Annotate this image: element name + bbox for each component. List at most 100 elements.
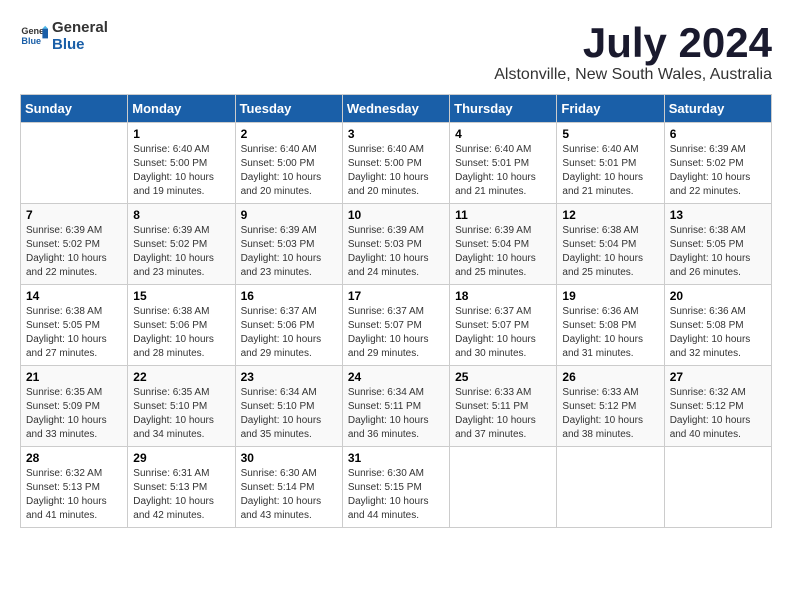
day-number: 5 — [562, 127, 658, 141]
day-number: 11 — [455, 208, 551, 222]
calendar-cell: 13 Sunrise: 6:38 AMSunset: 5:05 PMDayligh… — [664, 204, 771, 285]
calendar-cell: 24 Sunrise: 6:34 AMSunset: 5:11 PMDayligh… — [342, 366, 449, 447]
calendar-cell: 1Sunrise: 6:40 AMSunset: 5:00 PMDaylight… — [128, 123, 235, 204]
day-info: Sunrise: 6:36 AMSunset: 5:08 PMDaylight:… — [562, 305, 658, 361]
day-info: Sunrise: 6:30 AMSunset: 5:15 PMDaylight:… — [348, 467, 444, 523]
day-number: 13 — [670, 208, 766, 222]
day-number: 26 — [562, 370, 658, 384]
calendar-cell: 23 Sunrise: 6:34 AMSunset: 5:10 PMDayligh… — [235, 366, 342, 447]
day-info: Sunrise: 6:30 AMSunset: 5:14 PMDaylight:… — [241, 467, 337, 523]
day-info: Sunrise: 6:40 AMSunset: 5:01 PMDaylight:… — [455, 143, 551, 199]
day-number: 28 — [26, 451, 122, 465]
calendar-cell: 9Sunrise: 6:39 AMSunset: 5:03 PMDaylight… — [235, 204, 342, 285]
day-info: Sunrise: 6:40 AMSunset: 5:00 PMDaylight:… — [241, 143, 337, 199]
day-number: 6 — [670, 127, 766, 141]
calendar-cell: 5 Sunrise: 6:40 AMSunset: 5:01 PMDaylight… — [557, 123, 664, 204]
logo: General Blue General Blue — [20, 20, 108, 53]
calendar-cell: 26 Sunrise: 6:33 AMSunset: 5:12 PMDayligh… — [557, 366, 664, 447]
day-info: Sunrise: 6:34 AMSunset: 5:10 PMDaylight:… — [241, 386, 337, 442]
day-number: 9 — [241, 208, 337, 222]
day-info: Sunrise: 6:39 AMSunset: 5:02 PMDaylight:… — [26, 224, 122, 280]
day-number: 21 — [26, 370, 122, 384]
calendar-week-row: 21 Sunrise: 6:35 AMSunset: 5:09 PMDayligh… — [21, 366, 772, 447]
day-number: 30 — [241, 451, 337, 465]
calendar-cell: 29 Sunrise: 6:31 AMSunset: 5:13 PMDayligh… — [128, 447, 235, 528]
day-info: Sunrise: 6:37 AMSunset: 5:07 PMDaylight:… — [455, 305, 551, 361]
page-subtitle: Alstonville, New South Wales, Australia — [494, 66, 772, 84]
calendar-cell: 6 Sunrise: 6:39 AMSunset: 5:02 PMDaylight… — [664, 123, 771, 204]
calendar-week-row: 28Sunrise: 6:32 AMSunset: 5:13 PMDayligh… — [21, 447, 772, 528]
page-title: July 2024 — [494, 20, 772, 66]
day-number: 29 — [133, 451, 229, 465]
day-number: 23 — [241, 370, 337, 384]
calendar-cell: 17Sunrise: 6:37 AMSunset: 5:07 PMDayligh… — [342, 285, 449, 366]
weekday-header: Thursday — [450, 95, 557, 123]
calendar-week-row: 14Sunrise: 6:38 AMSunset: 5:05 PMDayligh… — [21, 285, 772, 366]
day-info: Sunrise: 6:40 AMSunset: 5:01 PMDaylight:… — [562, 143, 658, 199]
day-info: Sunrise: 6:38 AMSunset: 5:05 PMDaylight:… — [670, 224, 766, 280]
day-number: 8 — [133, 208, 229, 222]
calendar-cell: 30 Sunrise: 6:30 AMSunset: 5:14 PMDayligh… — [235, 447, 342, 528]
calendar-cell: 10Sunrise: 6:39 AMSunset: 5:03 PMDayligh… — [342, 204, 449, 285]
calendar-cell: 8Sunrise: 6:39 AMSunset: 5:02 PMDaylight… — [128, 204, 235, 285]
day-info: Sunrise: 6:39 AMSunset: 5:04 PMDaylight:… — [455, 224, 551, 280]
calendar-week-row: 1 Sunrise: 6:40 AMSunset: 5:00 PMDaylight… — [21, 123, 772, 204]
weekday-header: Saturday — [664, 95, 771, 123]
day-info: Sunrise: 6:37 AMSunset: 5:07 PMDaylight:… — [348, 305, 444, 361]
calendar-cell: 22Sunrise: 6:35 AMSunset: 5:10 PMDayligh… — [128, 366, 235, 447]
day-info: Sunrise: 6:33 AMSunset: 5:12 PMDaylight:… — [562, 386, 658, 442]
title-area: July 2024 Alstonville, New South Wales, … — [494, 20, 772, 84]
day-number: 3 — [348, 127, 444, 141]
calendar-cell: 14Sunrise: 6:38 AMSunset: 5:05 PMDayligh… — [21, 285, 128, 366]
weekday-row: SundayMondayTuesdayWednesdayThursdayFrid… — [21, 95, 772, 123]
day-number: 12 — [562, 208, 658, 222]
day-info: Sunrise: 6:33 AMSunset: 5:11 PMDaylight:… — [455, 386, 551, 442]
calendar: SundayMondayTuesdayWednesdayThursdayFrid… — [20, 94, 772, 528]
day-info: Sunrise: 6:39 AMSunset: 5:02 PMDaylight:… — [670, 143, 766, 199]
header: General Blue General Blue July 2024 Alst… — [20, 20, 772, 84]
calendar-cell: 31Sunrise: 6:30 AMSunset: 5:15 PMDayligh… — [342, 447, 449, 528]
day-info: Sunrise: 6:37 AMSunset: 5:06 PMDaylight:… — [241, 305, 337, 361]
calendar-cell: 20Sunrise: 6:36 AMSunset: 5:08 PMDayligh… — [664, 285, 771, 366]
day-info: Sunrise: 6:40 AMSunset: 5:00 PMDaylight:… — [348, 143, 444, 199]
day-number: 15 — [133, 289, 229, 303]
day-number: 7 — [26, 208, 122, 222]
day-info: Sunrise: 6:38 AMSunset: 5:05 PMDaylight:… — [26, 305, 122, 361]
day-info: Sunrise: 6:34 AMSunset: 5:11 PMDaylight:… — [348, 386, 444, 442]
logo-blue: Blue — [52, 37, 108, 54]
day-number: 18 — [455, 289, 551, 303]
calendar-cell: 11 Sunrise: 6:39 AMSunset: 5:04 PMDayligh… — [450, 204, 557, 285]
calendar-cell: 19Sunrise: 6:36 AMSunset: 5:08 PMDayligh… — [557, 285, 664, 366]
day-info: Sunrise: 6:32 AMSunset: 5:12 PMDaylight:… — [670, 386, 766, 442]
logo-general: General — [52, 20, 108, 37]
day-number: 4 — [455, 127, 551, 141]
calendar-cell: 2Sunrise: 6:40 AMSunset: 5:00 PMDaylight… — [235, 123, 342, 204]
svg-text:Blue: Blue — [21, 36, 41, 46]
calendar-cell: 4 Sunrise: 6:40 AMSunset: 5:01 PMDaylight… — [450, 123, 557, 204]
calendar-header: SundayMondayTuesdayWednesdayThursdayFrid… — [21, 95, 772, 123]
calendar-cell: 27Sunrise: 6:32 AMSunset: 5:12 PMDayligh… — [664, 366, 771, 447]
calendar-cell: 18 Sunrise: 6:37 AMSunset: 5:07 PMDayligh… — [450, 285, 557, 366]
day-number: 22 — [133, 370, 229, 384]
calendar-cell — [557, 447, 664, 528]
day-number: 1 — [133, 127, 229, 141]
calendar-cell: 21 Sunrise: 6:35 AMSunset: 5:09 PMDayligh… — [21, 366, 128, 447]
weekday-header: Friday — [557, 95, 664, 123]
weekday-header: Tuesday — [235, 95, 342, 123]
calendar-cell: 28Sunrise: 6:32 AMSunset: 5:13 PMDayligh… — [21, 447, 128, 528]
day-info: Sunrise: 6:35 AMSunset: 5:09 PMDaylight:… — [26, 386, 122, 442]
weekday-header: Sunday — [21, 95, 128, 123]
calendar-body: 1 Sunrise: 6:40 AMSunset: 5:00 PMDaylight… — [21, 123, 772, 528]
calendar-cell: 7 Sunrise: 6:39 AMSunset: 5:02 PMDaylight… — [21, 204, 128, 285]
logo-icon: General Blue — [20, 23, 48, 51]
day-number: 24 — [348, 370, 444, 384]
calendar-week-row: 7 Sunrise: 6:39 AMSunset: 5:02 PMDaylight… — [21, 204, 772, 285]
calendar-cell: 16 Sunrise: 6:37 AMSunset: 5:06 PMDayligh… — [235, 285, 342, 366]
calendar-cell: 15Sunrise: 6:38 AMSunset: 5:06 PMDayligh… — [128, 285, 235, 366]
day-number: 10 — [348, 208, 444, 222]
weekday-header: Monday — [128, 95, 235, 123]
day-number: 25 — [455, 370, 551, 384]
day-info: Sunrise: 6:31 AMSunset: 5:13 PMDaylight:… — [133, 467, 229, 523]
day-info: Sunrise: 6:38 AMSunset: 5:04 PMDaylight:… — [562, 224, 658, 280]
day-number: 16 — [241, 289, 337, 303]
